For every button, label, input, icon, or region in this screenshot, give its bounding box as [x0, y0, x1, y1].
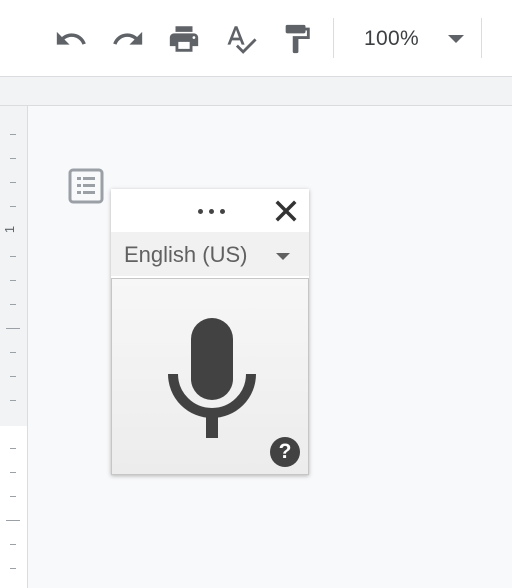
vertical-ruler[interactable]: 1	[0, 106, 28, 588]
document-outline-button[interactable]	[66, 166, 106, 206]
language-select[interactable]: English (US)	[111, 232, 309, 276]
ruler-tick	[10, 472, 16, 473]
chevron-down-icon	[276, 253, 290, 260]
drag-dot	[208, 208, 214, 214]
toolbar-separator	[333, 18, 334, 58]
microphone-icon	[168, 318, 256, 438]
voice-typing-panel: English (US) ?	[111, 189, 309, 475]
ruler-tick	[10, 206, 16, 207]
ruler-tick	[10, 352, 16, 353]
voice-typing-header	[111, 189, 309, 232]
ruler-tick	[10, 400, 16, 401]
ruler-tick	[10, 158, 16, 159]
ruler-tick	[6, 520, 20, 521]
ruler-number: 1	[2, 225, 18, 234]
zoom-select[interactable]: 100%	[350, 19, 472, 59]
ruler-tick	[10, 280, 16, 281]
close-button[interactable]	[271, 196, 301, 226]
undo-icon	[56, 31, 86, 45]
ruler-tick	[10, 496, 16, 497]
toolbar-separator	[481, 18, 482, 58]
ruler-tick	[10, 376, 16, 377]
docs-window: 100% 1 English (US) ?	[0, 0, 512, 588]
print-icon	[169, 26, 199, 52]
ruler-tick	[6, 328, 20, 329]
help-button[interactable]: ?	[270, 437, 300, 467]
redo-button[interactable]	[108, 19, 148, 59]
close-icon	[275, 200, 297, 222]
language-label: English (US)	[124, 242, 248, 267]
ruler-tick	[10, 304, 16, 305]
print-button[interactable]	[164, 19, 204, 59]
spellcheck-button[interactable]	[221, 19, 261, 59]
paint-format-icon	[285, 24, 310, 54]
redo-icon	[113, 31, 143, 45]
zoom-value: 100%	[364, 27, 419, 50]
ruler-tick	[10, 134, 16, 135]
toolbar: 100%	[0, 0, 512, 76]
drag-handle-icon[interactable]	[191, 201, 231, 221]
microphone-button[interactable]: ?	[111, 278, 309, 475]
horizontal-ruler-band	[0, 76, 512, 106]
chevron-down-icon	[448, 35, 464, 43]
outline-list-icon	[68, 168, 104, 204]
ruler-tick	[10, 182, 16, 183]
paint-format-button[interactable]	[277, 19, 317, 59]
drag-dot	[197, 208, 203, 214]
ruler-margin-area	[0, 106, 27, 426]
undo-button[interactable]	[51, 19, 91, 59]
ruler-tick	[10, 448, 16, 449]
drag-dot	[219, 208, 225, 214]
ruler-tick	[10, 568, 16, 569]
ruler-tick	[10, 544, 16, 545]
spellcheck-icon	[227, 26, 257, 54]
ruler-tick	[10, 256, 16, 257]
